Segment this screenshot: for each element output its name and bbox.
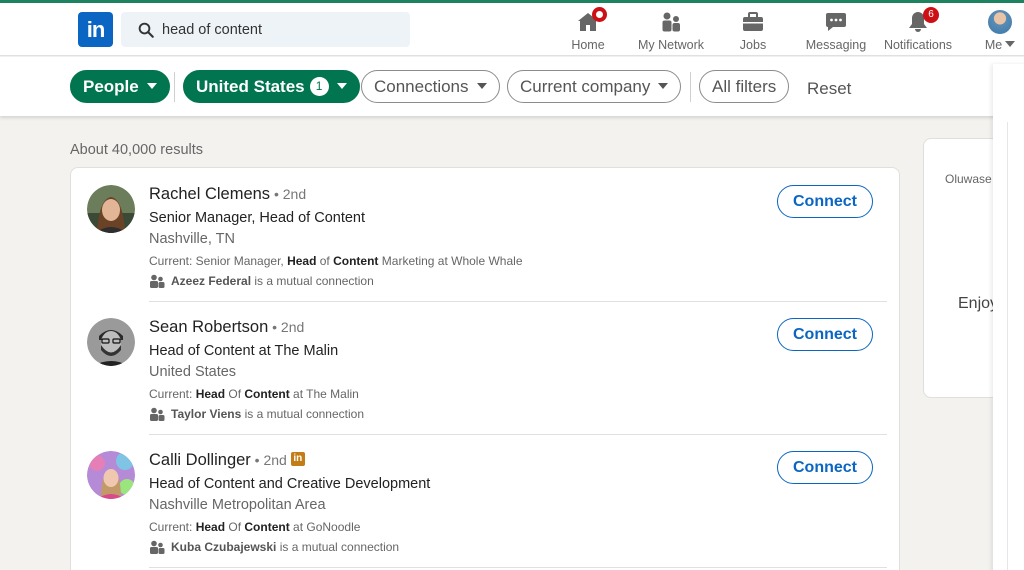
premium-icon: in (290, 452, 305, 467)
briefcase-icon (740, 10, 766, 34)
list-item: Sean Robertson • 2nd Head of Content at … (87, 301, 887, 435)
filter-current-company-label: Current company (520, 77, 651, 96)
filter-location-label: United States (196, 77, 305, 96)
connection-degree: • 2nd (270, 186, 307, 202)
divider (149, 567, 887, 568)
mutual-connection[interactable]: Kuba Czubajewski is a mutual connection (149, 540, 399, 554)
nav-my-network[interactable]: My Network (634, 6, 708, 56)
people-icon (150, 407, 165, 421)
filter-count-badge: 1 (309, 76, 329, 96)
search-icon (138, 22, 154, 38)
results-list: Rachel Clemens • 2nd Senior Manager, Hea… (70, 167, 900, 570)
filter-people[interactable]: People (70, 70, 170, 103)
profile-headline: Head of Content and Creative Development (149, 476, 431, 492)
connect-button[interactable]: Connect (777, 185, 873, 218)
divider (174, 72, 175, 102)
profile-name[interactable]: Rachel Clemens (149, 185, 270, 203)
chevron-down-icon (658, 83, 669, 90)
filter-connections[interactable]: Connections (361, 70, 500, 103)
notifications-badge: 6 (923, 7, 939, 23)
home-badge (592, 7, 607, 22)
chevron-down-icon (146, 83, 157, 90)
nav-home-label: Home (571, 38, 605, 52)
global-nav: in Home My Network (0, 3, 1024, 56)
profile-name[interactable]: Sean Robertson (149, 318, 268, 336)
search-box[interactable] (121, 12, 410, 47)
nav-me[interactable]: Me (980, 6, 1020, 56)
profile-location: Nashville, TN (149, 231, 235, 247)
nav-home[interactable]: Home (568, 6, 608, 56)
all-filters-button[interactable]: All filters (699, 70, 790, 103)
profile-name-row: Rachel Clemens • 2nd (149, 185, 306, 204)
side-card-text: Oluwase (945, 172, 992, 186)
profile-headline: Senior Manager, Head of Content (149, 210, 366, 226)
profile-location: Nashville Metropolitan Area (149, 497, 326, 513)
nav-jobs[interactable]: Jobs (738, 6, 768, 56)
profile-photo[interactable] (87, 185, 135, 233)
search-input[interactable] (162, 12, 402, 47)
chevron-down-icon (336, 83, 347, 90)
nav-me-label: Me (984, 38, 1003, 52)
reset-button[interactable]: Reset (807, 79, 851, 99)
search-filters-bar: People United States 1 Connections Curren… (0, 57, 1024, 116)
profile-headline: Head of Content at The Malin (149, 343, 339, 359)
list-item: Calli Dollinger • 2nd in Head of Content … (87, 434, 887, 568)
nav-messaging[interactable]: Messaging (804, 6, 868, 56)
profile-name[interactable]: Calli Dollinger (149, 451, 251, 469)
results-count: About 40,000 results (70, 142, 204, 158)
connection-degree: • 2nd (250, 452, 287, 468)
profile-name-row: Sean Robertson • 2nd (149, 318, 304, 337)
nav-jobs-label: Jobs (739, 38, 767, 52)
divider (690, 72, 691, 102)
current-position: Current: Head Of Content at GoNoodle (149, 520, 361, 534)
avatar (988, 10, 1012, 34)
current-position: Current: Head Of Content at The Malin (149, 387, 359, 401)
connect-button[interactable]: Connect (777, 318, 873, 351)
mutual-connection[interactable]: Taylor Viens is a mutual connection (149, 407, 364, 421)
nav-notifications-label: Notifications (883, 38, 953, 52)
bell-icon: 6 (905, 7, 939, 34)
filter-location[interactable]: United States 1 (183, 70, 360, 103)
mutual-name: Kuba Czubajewski (171, 540, 277, 554)
nav-notifications[interactable]: 6 Notifications (881, 6, 955, 56)
nav-messaging-label: Messaging (805, 38, 867, 52)
home-icon (575, 7, 607, 34)
people-icon (150, 274, 165, 288)
linkedin-logo[interactable]: in (78, 12, 113, 47)
profile-photo[interactable] (87, 451, 135, 499)
nav-my-network-label: My Network (638, 38, 704, 52)
panel-divider (1007, 122, 1024, 570)
mutual-connection[interactable]: Azeez Federal is a mutual connection (149, 274, 374, 288)
mutual-name: Taylor Viens (171, 407, 242, 421)
current-position: Current: Senior Manager, Head of Content… (149, 254, 523, 268)
connect-button[interactable]: Connect (777, 451, 873, 484)
profile-location: United States (149, 364, 237, 380)
people-icon (150, 540, 165, 554)
chat-icon (823, 10, 849, 34)
filter-current-company[interactable]: Current company (507, 70, 682, 103)
connection-degree: • 2nd (268, 319, 305, 335)
chevron-down-icon (476, 83, 487, 90)
profile-photo[interactable] (87, 318, 135, 366)
messaging-panel[interactable] (993, 64, 1024, 570)
mutual-name: Azeez Federal (171, 274, 252, 288)
chevron-down-icon (1005, 41, 1016, 48)
filter-connections-label: Connections (374, 77, 469, 96)
list-item: Rachel Clemens • 2nd Senior Manager, Hea… (87, 168, 887, 302)
network-icon (658, 10, 684, 34)
profile-name-row: Calli Dollinger • 2nd in (149, 451, 305, 470)
filter-people-label: People (83, 77, 139, 96)
